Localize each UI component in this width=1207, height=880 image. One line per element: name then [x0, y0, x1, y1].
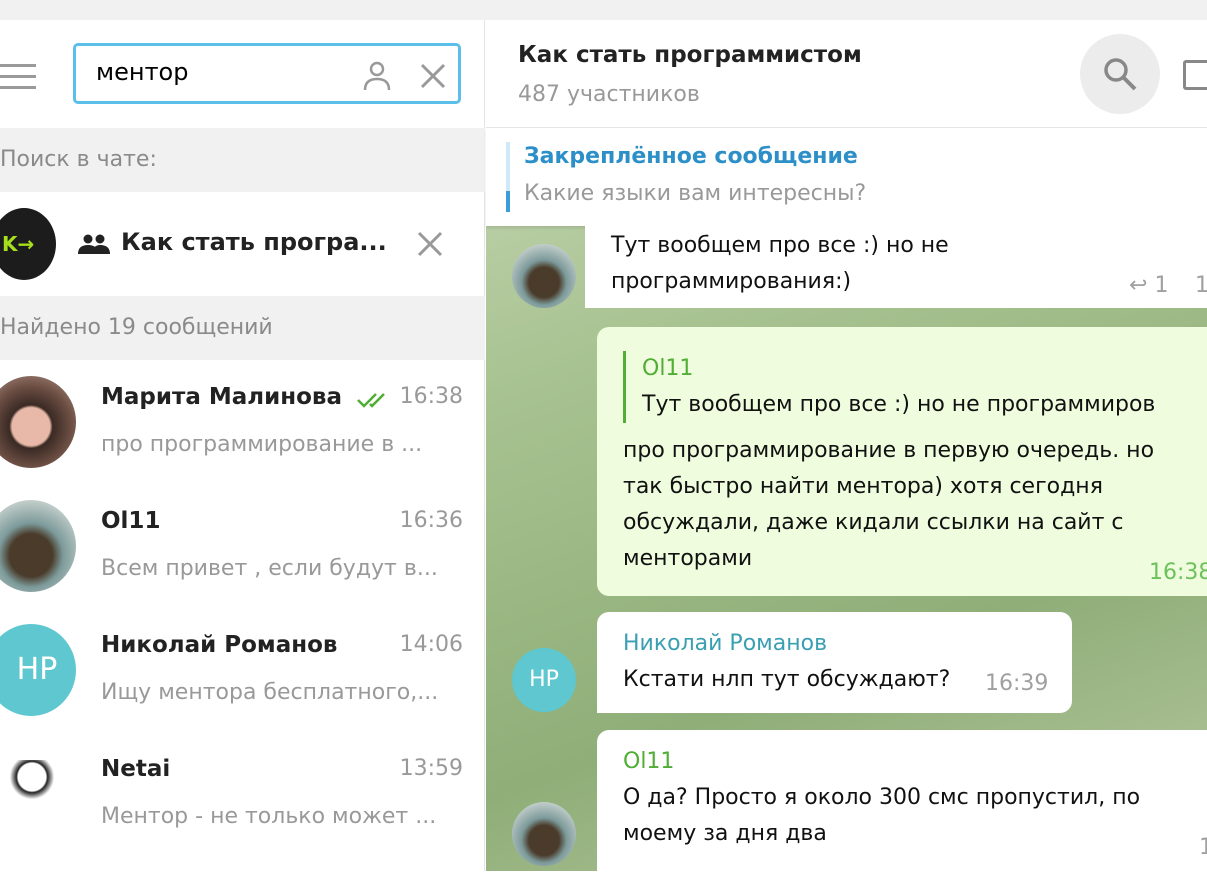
group-icon	[78, 234, 110, 254]
message-text: менторами	[623, 546, 753, 571]
panda-avatar	[10, 760, 54, 828]
message-bubble: Тут вообщем про все :) но не программиро…	[585, 226, 1207, 308]
avatar: НР	[0, 624, 76, 716]
avatar	[0, 500, 76, 592]
reply-quote[interactable]: Ol11 Тут вообщем про все :) но не програ…	[623, 351, 1207, 423]
avatar	[0, 376, 76, 468]
search-result-item[interactable]: Марита Малинова 16:38 про программирован…	[0, 360, 485, 484]
left-panel: Поиск в чате: K→ Как стать програ... Най…	[0, 20, 485, 871]
chat-header: Как стать программистом 487 участников	[486, 20, 1207, 128]
message-bubble: Ol11 О да? Просто я около 300 смс пропус…	[597, 730, 1207, 880]
pinned-bar	[506, 142, 510, 212]
chat-avatar: K→	[0, 208, 56, 280]
chat-filter-name: Как стать програ...	[121, 228, 387, 256]
found-count-label: Найдено 19 сообщений	[0, 296, 485, 360]
message-bubble-outgoing: Ol11 Тут вообщем про все :) но не програ…	[597, 327, 1207, 596]
reply-author: Ol11	[642, 356, 694, 381]
message-time: 16:38	[1149, 560, 1207, 585]
chat-title[interactable]: Как стать программистом	[518, 42, 862, 68]
pinned-label: Закреплённое сообщение	[524, 144, 858, 169]
reply-count[interactable]: ↩ 1	[1129, 268, 1168, 304]
pinned-text: Какие языки вам интересны?	[524, 181, 867, 206]
message-time: 1	[1199, 835, 1207, 860]
search-result-item[interactable]: НР Николай Романов 14:06 Ищу ментора бес…	[0, 608, 485, 732]
message-text: так быстро найти ментора) хотя сегодня	[623, 474, 1103, 499]
sender-avatar[interactable]	[512, 802, 576, 866]
result-time: 16:38	[399, 384, 463, 409]
result-time: 16:36	[399, 508, 463, 533]
search-input[interactable]	[96, 58, 346, 86]
sender-avatar[interactable]: НР	[512, 648, 576, 712]
message-text: про программирование в первую очередь. н…	[623, 438, 1155, 463]
reply-text: Тут вообщем про все :) но не программиро…	[642, 392, 1156, 417]
search-field[interactable]	[73, 43, 461, 104]
message-text: программирования:)	[611, 269, 852, 294]
result-name: Ol11	[101, 508, 161, 534]
message-time: 16:39	[985, 671, 1049, 696]
search-button[interactable]	[1080, 34, 1160, 114]
message-bubble: Николай Романов Кстати нлп тут обсуждают…	[597, 612, 1072, 713]
message-author[interactable]: Ol11	[623, 744, 1207, 780]
result-snippet: Ищу ментора бесплатного,...	[101, 680, 439, 705]
message-text: моему за дня два	[623, 821, 827, 846]
search-chat-filter[interactable]: K→ Как стать програ...	[0, 192, 485, 296]
user-filter-icon[interactable]	[362, 60, 392, 92]
result-snippet: про программирование в ...	[101, 432, 423, 457]
result-name: Марита Малинова	[101, 384, 342, 410]
message-author[interactable]: Николай Романов	[623, 626, 1046, 662]
sender-avatar[interactable]	[512, 244, 576, 308]
search-icon	[1104, 58, 1137, 91]
message-text: О да? Просто я около 300 смс пропустил, …	[623, 785, 1141, 810]
message-text: обсуждали, даже кидали ссылки на сайт с	[623, 510, 1124, 535]
sidebar-toggle-icon[interactable]	[1183, 60, 1207, 90]
remove-chat-filter-icon[interactable]	[417, 231, 443, 257]
message-text: Тут вообщем про все :) но не	[611, 233, 949, 258]
result-snippet: Всем привет , если будут в...	[101, 556, 438, 581]
hamburger-menu-icon[interactable]	[0, 64, 36, 97]
search-result-item[interactable]: Ol11 16:36 Всем привет , если будут в...	[0, 484, 485, 608]
message-time: 1	[1195, 273, 1207, 298]
search-in-chat-label: Поиск в чате:	[0, 128, 485, 192]
result-name: Николай Романов	[101, 632, 338, 658]
result-time: 14:06	[399, 632, 463, 657]
result-name: Netai	[101, 756, 171, 782]
result-snippet: Ментор - не только может ...	[101, 804, 437, 829]
search-result-item[interactable]: Netai 13:59 Ментор - не только может ...	[0, 732, 485, 856]
clear-search-icon[interactable]	[420, 63, 446, 89]
members-count: 487 участников	[518, 82, 700, 107]
double-check-icon	[357, 393, 385, 408]
pinned-message[interactable]: Закреплённое сообщение Какие языки вам и…	[486, 128, 1207, 226]
window-top-strip	[0, 0, 1207, 20]
chat-panel: Как стать программистом 487 участников З…	[486, 20, 1207, 880]
message-text: Кстати нлп тут обсуждают?	[623, 667, 951, 692]
result-time: 13:59	[399, 756, 463, 781]
